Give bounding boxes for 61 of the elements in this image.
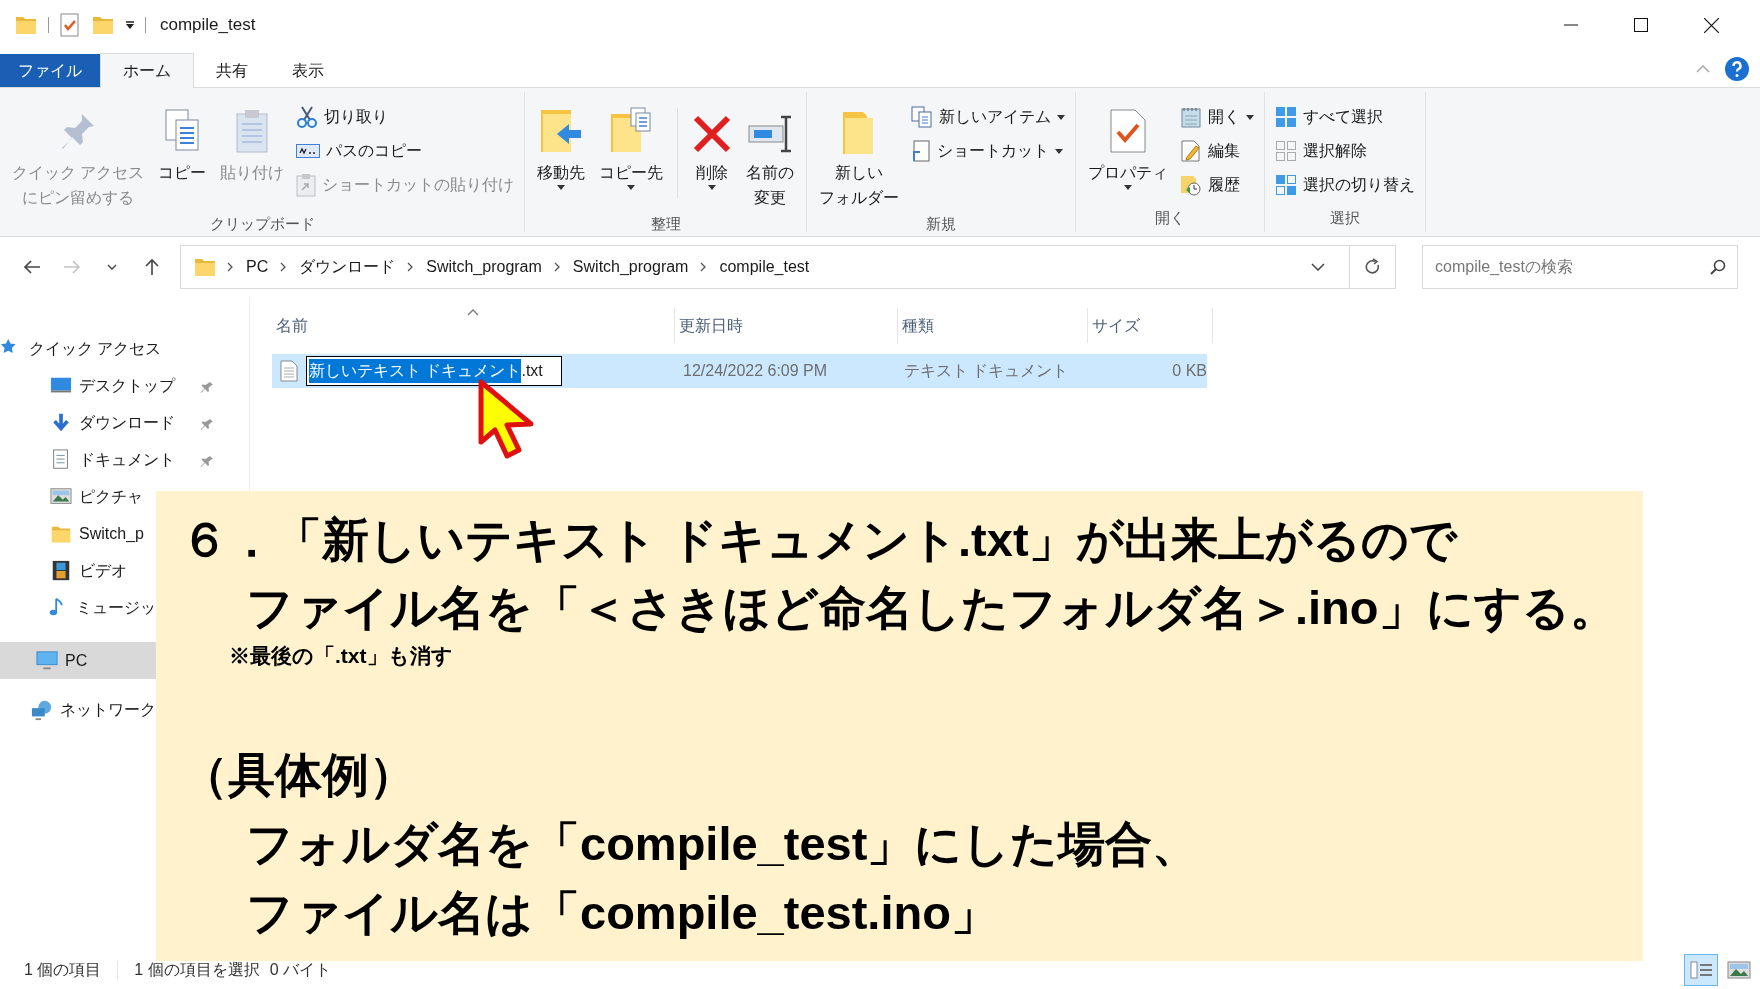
sidebar-item[interactable]: ネットワーク <box>0 691 156 728</box>
sidebar-item[interactable]: ダウンロード <box>0 404 250 441</box>
ribbon-button[interactable]: ショートカット <box>911 136 1066 166</box>
ribbon-tab[interactable]: ホーム <box>100 53 194 88</box>
annotation-text: （具体例） <box>181 747 416 803</box>
annotation-text: ファイル名は「compile_test.ino」 <box>246 885 998 941</box>
ribbon-button[interactable]: 選択解除 <box>1275 136 1416 166</box>
sidebar-item[interactable]: Switch_p <box>0 515 156 552</box>
ribbon-tab[interactable]: ファイル <box>0 54 100 87</box>
search-field[interactable]: compile_testの検索 <box>1422 245 1738 289</box>
table-cell-text: テキスト ドキュメント <box>903 361 1070 381</box>
ribbon-button[interactable]: コピー <box>152 98 213 185</box>
column-header[interactable]: サイズ <box>1088 308 1213 343</box>
status-text: 1 個の項目 <box>24 960 102 980</box>
file-row[interactable]: 新しいテキスト ドキュメント.txt 12/24/2022 6:09 PM テキスト ドキュメント 0 KB <box>272 354 1207 388</box>
sidebar-item[interactable]: ビデオ <box>0 552 156 589</box>
breadcrumb-item[interactable]: ダウンロード <box>299 255 396 279</box>
rename-field[interactable]: 新しいテキスト ドキュメント.txt <box>306 356 562 386</box>
breadcrumb-item[interactable]: compile_test <box>719 255 810 279</box>
ribbon-button[interactable]: 名前の 変更 <box>740 98 801 210</box>
address-bar[interactable]: PC ダウンロード Switch_program Switch_program compile_test <box>180 245 1396 289</box>
annotation-text: ６．「新しいテキスト ドキュメント.txt」が出来上がるので <box>181 512 1457 568</box>
sidebar-item[interactable]: ピクチャ <box>0 478 156 515</box>
ribbon-button[interactable]: 削除 <box>686 98 739 190</box>
ribbon-button[interactable]: 履歴 <box>1180 170 1255 200</box>
window-title: compile_test <box>160 14 256 37</box>
ribbon-button[interactable]: 編集 <box>1180 136 1255 166</box>
breadcrumb-item[interactable]: PC <box>246 255 269 279</box>
table-cell-text: 12/24/2022 6:09 PM <box>682 361 829 381</box>
status-text: 1 個の項目を選択 <box>134 960 260 980</box>
ribbon-button[interactable]: 選択の切り替え <box>1275 170 1416 200</box>
sidebar-item[interactable]: ミュージッ <box>0 589 156 626</box>
ribbon-button[interactable]: すべて選択 <box>1275 102 1416 132</box>
ribbon-button[interactable]: 移動先 <box>531 98 592 190</box>
breadcrumb-item[interactable]: Switch_program <box>426 255 542 279</box>
group-label: クリップボード <box>209 214 315 234</box>
group-label: 整理 <box>650 214 681 234</box>
ribbon-button[interactable]: 新しいアイテム <box>911 102 1066 132</box>
annotation-text: フォルダ名を「compile_test」にした場合、 <box>246 816 1200 872</box>
annotation-text: ※最後の「.txt」も消す <box>229 643 453 669</box>
ribbon-tab[interactable]: 共有 <box>194 54 270 87</box>
group-label: 開く <box>1155 208 1186 228</box>
ribbon-tab[interactable]: 表示 <box>270 54 346 87</box>
ribbon-button[interactable]: 新しい フォルダー <box>813 98 906 210</box>
annotation-text: ファイル名を「＜さきほど命名したフォルダ名＞.ino」にする。 <box>246 580 1617 636</box>
sidebar-item[interactable]: PC <box>0 642 156 679</box>
ribbon-button[interactable]: 開く <box>1180 102 1255 132</box>
group-label: 選択 <box>1330 208 1361 228</box>
column-header[interactable]: 名前 <box>272 308 675 343</box>
status-text: 0 バイト <box>269 960 332 980</box>
ribbon-button[interactable]: 切り取り <box>296 102 515 132</box>
sidebar-item[interactable]: デスクトップ <box>0 367 250 404</box>
breadcrumb-item[interactable]: Switch_program <box>572 255 689 279</box>
sidebar-item[interactable]: ドキュメント <box>0 441 250 478</box>
ribbon-button[interactable]: コピー先 <box>593 98 670 190</box>
group-label: 新規 <box>926 214 957 234</box>
ribbon-button[interactable]: プロパティ <box>1082 98 1175 190</box>
table-cell-text: 0 KB <box>1171 361 1207 381</box>
ribbon-button[interactable]: パスのコピー <box>296 136 515 166</box>
column-header[interactable]: 種類 <box>898 308 1088 343</box>
column-header[interactable]: 更新日時 <box>675 308 898 343</box>
